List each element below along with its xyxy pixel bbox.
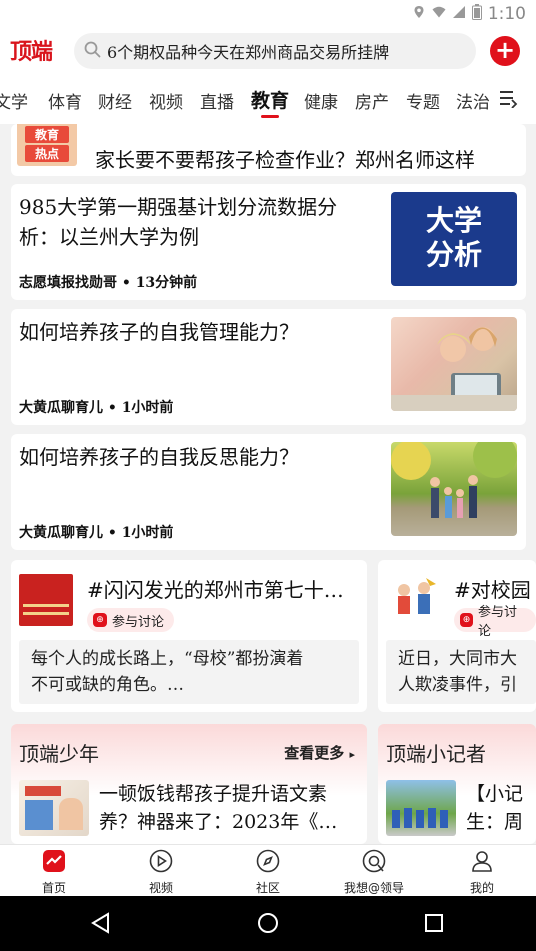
article-meta: 志愿填报找勋哥 • 13分钟前 [19, 275, 198, 291]
home-icon [42, 849, 66, 873]
system-navigation-bar [0, 896, 536, 951]
article-thumbnail [391, 442, 517, 536]
bottom-navigation: 首页 视频 社区 我想@领导 我的 [0, 844, 536, 896]
search-hint-text: 6个期权品种今天在郑州商品交易所挂牌 [107, 43, 390, 62]
top-bar: 顶端 6个期权品种今天在郑州商品交易所挂牌 + [0, 28, 536, 74]
article-thumbnail [391, 317, 517, 411]
tab-video[interactable]: 视频 [149, 88, 183, 113]
battery-icon [471, 3, 482, 25]
wifi-icon [432, 4, 446, 24]
play-icon [149, 849, 173, 873]
tab-education[interactable]: 教育 [251, 86, 289, 113]
topic-card[interactable]: #闪闪发光的郑州市第七十… ⊕ 参与讨论 每个人的成长路上，“母校”都扮演着 不… [11, 560, 367, 712]
join-discussion-button[interactable]: ⊕ 参与讨论 [454, 605, 536, 639]
tab-special[interactable]: 专题 [406, 88, 440, 113]
recents-icon[interactable] [424, 913, 444, 937]
tab-sports[interactable]: 体育 [48, 88, 82, 113]
topic-card[interactable]: #对校园 ⊕ 参与讨论 近日，大同市大 人欺凌事件，引 [378, 560, 536, 712]
section-item-title: 【小记 生：周 [466, 783, 524, 833]
tab-law[interactable]: 法治 [456, 88, 490, 113]
nav-community[interactable]: 社区 [228, 849, 308, 896]
topic-thumbnail [19, 574, 73, 626]
tab-live[interactable]: 直播 [200, 88, 234, 113]
status-bar: 1:10 [0, 0, 536, 28]
article-title-line: 985大学第一期强基计划分流数据分 [19, 195, 338, 219]
megaphone-icon [362, 849, 386, 873]
user-icon [470, 849, 494, 873]
hot-topic-title: 家长要不要帮孩子检查作业？郑州名师这样 [95, 148, 475, 172]
chevron-right-icon: ▸ [349, 748, 355, 761]
location-icon [412, 4, 426, 24]
category-tabs: 文学 体育 财经 视频 直播 教育 健康 房产 专题 法治 [0, 74, 536, 124]
home-circle-icon[interactable] [257, 912, 279, 938]
topic-quote: 每个人的成长路上，“母校”都扮演着 不可或缺的角色。… [19, 640, 359, 704]
search-bar[interactable]: 6个期权品种今天在郑州商品交易所挂牌 [74, 33, 476, 69]
topic-quote: 近日，大同市大 人欺凌事件，引 [386, 640, 536, 704]
article-card[interactable]: 985大学第一期强基计划分流数据分 析：以兰州大学为例 志愿填报找勋哥 • 13… [11, 184, 526, 300]
article-title-line: 如何培养孩子的自我管理能力？ [19, 320, 299, 344]
section-title: 顶端小记者 [386, 742, 486, 766]
article-title-line: 析：以兰州大学为例 [19, 225, 199, 249]
section-card[interactable]: 顶端小记者 【小记 生：周 [378, 724, 536, 844]
article-meta: 大黄瓜聊育儿 • 1小时前 [19, 400, 174, 416]
tab-real-estate[interactable]: 房产 [355, 88, 389, 113]
article-title-line: 如何培养孩子的自我反思能力？ [19, 445, 299, 469]
article-card[interactable]: 如何培养孩子的自我反思能力？ 大黄瓜聊育儿 • 1小时前 [11, 434, 526, 550]
section-item-thumbnail [19, 780, 89, 836]
app-logo[interactable]: 顶端 [10, 34, 53, 66]
signal-icon [452, 4, 466, 24]
article-thumbnail: 大学 分析 [391, 192, 517, 286]
topic-title: #闪闪发光的郑州市第七十… [87, 578, 344, 602]
section-card[interactable]: 顶端少年 查看更多 ▸ 一顿饭钱帮孩子提升语文素 养？神器来了：2023年《… [11, 724, 367, 844]
topic-title: #对校园 [454, 578, 531, 602]
topic-thumbnail [386, 574, 440, 626]
tab-finance[interactable]: 财经 [98, 88, 132, 113]
section-item-thumbnail [386, 780, 456, 836]
back-icon[interactable] [90, 912, 112, 938]
article-card[interactable]: 如何培养孩子的自我管理能力？ 大黄瓜聊育儿 • 1小时前 [11, 309, 526, 425]
see-more-link[interactable]: 查看更多 ▸ [284, 742, 355, 763]
section-title: 顶端少年 [19, 742, 99, 766]
tab-health[interactable]: 健康 [304, 88, 338, 113]
chat-icon: ⊕ [93, 613, 107, 627]
nav-me[interactable]: 我的 [442, 849, 522, 896]
hot-topic-card[interactable]: 教育 热点 家长要不要帮孩子检查作业？郑州名师这样 [11, 124, 526, 176]
clock-time: 1:10 [487, 4, 526, 24]
menu-icon [496, 91, 518, 112]
tab-menu-button[interactable] [496, 88, 536, 118]
chat-icon: ⊕ [460, 613, 473, 627]
join-discussion-button[interactable]: ⊕ 参与讨论 [87, 608, 175, 632]
article-meta: 大黄瓜聊育儿 • 1小时前 [19, 525, 174, 541]
compass-icon [256, 849, 280, 873]
tab-literature[interactable]: 文学 [0, 88, 28, 113]
nav-video[interactable]: 视频 [121, 849, 201, 896]
add-button[interactable]: + [490, 36, 520, 66]
search-icon [84, 41, 101, 62]
section-item-title: 一顿饭钱帮孩子提升语文素 养？神器来了：2023年《… [99, 783, 338, 833]
news-feed[interactable]: 教育 热点 家长要不要帮孩子检查作业？郑州名师这样 985大学第一期强基计划分流… [0, 124, 536, 844]
active-tab-indicator [261, 115, 279, 118]
hot-badge: 教育 热点 [17, 124, 77, 166]
nav-home[interactable]: 首页 [14, 849, 94, 896]
nav-ask-leader[interactable]: 我想@领导 [334, 849, 414, 896]
